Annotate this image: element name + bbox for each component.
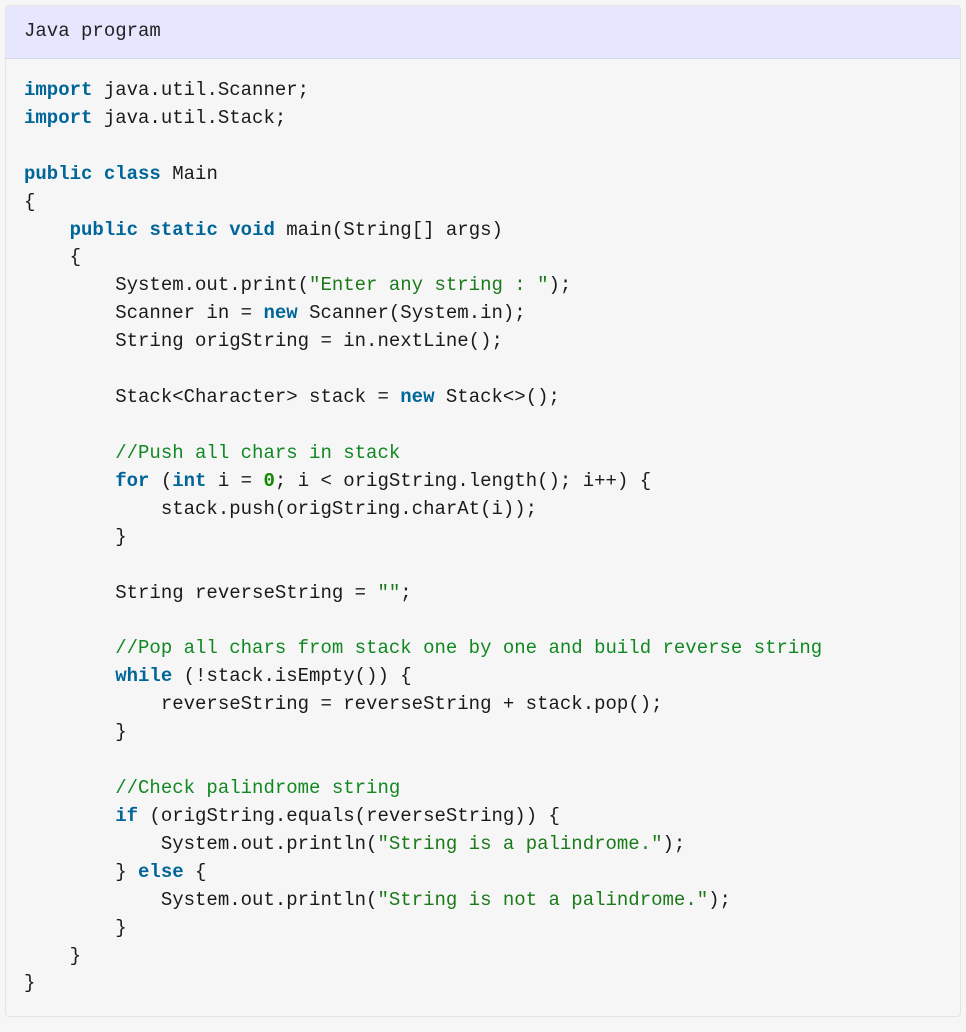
code-text: stack.push(origString.charAt(i));	[24, 498, 537, 520]
brace: }	[24, 917, 127, 939]
code-card: Java program import java.util.Scanner; i…	[5, 5, 961, 1017]
code-text	[24, 665, 115, 687]
kw-import: import	[24, 107, 92, 129]
brace: }	[24, 721, 127, 743]
code-text: Stack<>();	[434, 386, 559, 408]
code-text: System.out.print(	[24, 274, 309, 296]
brace: }	[24, 972, 35, 994]
brace: {	[24, 191, 35, 213]
indent	[24, 219, 70, 241]
code-text: );	[663, 833, 686, 855]
code-text: i =	[206, 470, 263, 492]
kw-else: else	[138, 861, 184, 883]
code-text: String reverseString =	[24, 582, 377, 604]
code-text: System.out.println(	[24, 833, 377, 855]
code-text: java.util.Scanner;	[92, 79, 309, 101]
code-text: Stack<Character> stack =	[24, 386, 400, 408]
code-block: import java.util.Scanner; import java.ut…	[6, 59, 960, 1016]
code-text: java.util.Stack;	[92, 107, 286, 129]
code-text	[24, 805, 115, 827]
code-text: String origString = in.nextLine();	[24, 330, 503, 352]
code-text: Scanner in =	[24, 302, 263, 324]
brace: }	[24, 526, 127, 548]
kw-int: int	[172, 470, 206, 492]
string-literal: ""	[377, 582, 400, 604]
code-text	[24, 470, 115, 492]
kw-if: if	[115, 805, 138, 827]
code-text: {	[184, 861, 207, 883]
code-text: Main	[161, 163, 218, 185]
kw-void: void	[229, 219, 275, 241]
comment: //Push all chars in stack	[24, 442, 400, 464]
code-text: );	[708, 889, 731, 911]
code-text: ; i < origString.length(); i++) {	[275, 470, 651, 492]
code-text: System.out.println(	[24, 889, 377, 911]
kw-while: while	[115, 665, 172, 687]
code-text: reverseString = reverseString + stack.po…	[24, 693, 663, 715]
code-text: );	[549, 274, 572, 296]
kw-public: public	[70, 219, 138, 241]
kw-class: class	[104, 163, 161, 185]
comment: //Pop all chars from stack one by one an…	[24, 637, 822, 659]
kw-new: new	[263, 302, 297, 324]
string-literal: "String is not a palindrome."	[377, 889, 708, 911]
code-text: }	[24, 861, 138, 883]
kw-static: static	[149, 219, 217, 241]
kw-public: public	[24, 163, 92, 185]
kw-for: for	[115, 470, 149, 492]
kw-import: import	[24, 79, 92, 101]
code-text: Scanner(System.in);	[298, 302, 526, 324]
code-text: ;	[400, 582, 411, 604]
header-title: Java program	[24, 20, 161, 42]
comment: //Check palindrome string	[24, 777, 400, 799]
number-literal: 0	[263, 470, 274, 492]
string-literal: "String is a palindrome."	[377, 833, 662, 855]
string-literal: "Enter any string : "	[309, 274, 548, 296]
kw-new: new	[400, 386, 434, 408]
brace: {	[24, 246, 81, 268]
code-text: (	[149, 470, 172, 492]
code-header: Java program	[6, 6, 960, 59]
brace: }	[24, 945, 81, 967]
code-text: main(String[] args)	[275, 219, 503, 241]
code-text: (origString.equals(reverseString)) {	[138, 805, 560, 827]
code-text: (!stack.isEmpty()) {	[172, 665, 411, 687]
